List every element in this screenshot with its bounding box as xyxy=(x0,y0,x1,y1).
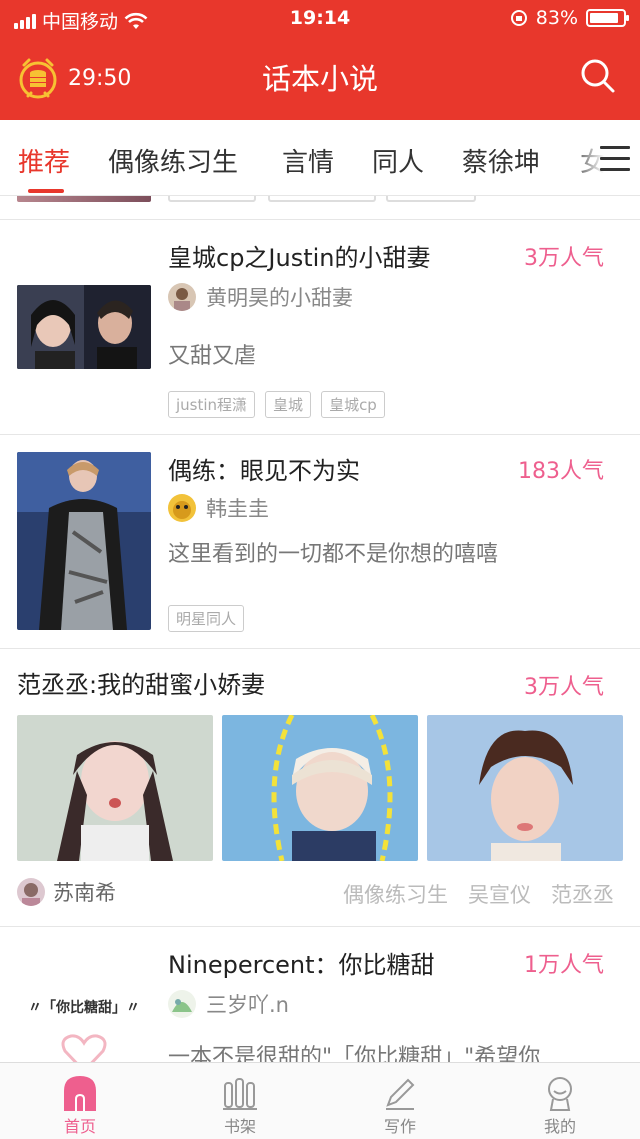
author-name: 三岁吖.n xyxy=(206,993,289,1017)
app-header: 29:50 话本小说 xyxy=(0,36,640,120)
featured-title[interactable]: 范丞丞:我的甜蜜小娇妻 xyxy=(17,665,265,700)
book-tag[interactable]: 皇城cp xyxy=(321,391,385,418)
author-name: 韩圭圭 xyxy=(206,497,269,521)
active-tab-indicator xyxy=(28,189,64,193)
book-cover xyxy=(17,285,151,369)
featured-image[interactable] xyxy=(427,715,623,861)
author-avatar xyxy=(168,494,196,522)
popularity-count: 1万人气 xyxy=(524,953,604,978)
previous-card-remnant xyxy=(0,196,640,220)
book-cover: 〃「你比糖甜」〃 xyxy=(17,977,151,1062)
featured-tag[interactable]: 范丞丞 xyxy=(551,879,614,909)
book-title[interactable]: 皇城cp之Justin的小甜妻 xyxy=(168,238,431,273)
book-tags: 明星同人 xyxy=(168,605,245,632)
featured-author[interactable]: 苏南希 xyxy=(17,877,116,907)
battery-percent: 83% xyxy=(535,7,578,29)
status-right: 83% xyxy=(510,7,629,29)
tab-cai-xukun[interactable]: 蔡徐坤 xyxy=(462,142,540,179)
tab-idol-trainee[interactable]: 偶像练习生 xyxy=(108,142,238,179)
tabbar-write[interactable]: 写作 xyxy=(360,1071,440,1137)
book-card[interactable]: 偶练：眼见不为实 183人气 韩圭圭 这里看到的一切都不是你想的嘻嘻 明星同人 xyxy=(0,435,640,649)
book-tag[interactable]: justin程潇 xyxy=(168,391,256,418)
featured-tags: 偶像练习生 吴宣仪 范丞丞 xyxy=(343,879,614,909)
heart-icon xyxy=(61,1034,107,1062)
featured-image[interactable] xyxy=(17,715,213,861)
book-tag[interactable]: 皇城 xyxy=(265,391,312,418)
book-card[interactable]: 〃「你比糖甜」〃 Ninepercent：你比糖甜 1万人气 三岁吖.n 一本不… xyxy=(0,927,640,1062)
book-cover xyxy=(17,452,151,630)
tabbar-bookshelf[interactable]: 书架 xyxy=(200,1071,280,1137)
author-avatar xyxy=(168,990,196,1018)
author-name: 苏南希 xyxy=(53,881,116,905)
bookshelf-icon xyxy=(223,1078,257,1110)
book-author[interactable]: 韩圭圭 xyxy=(168,493,269,523)
book-tags: justin程潇 皇城 皇城cp xyxy=(168,391,385,418)
menu-icon xyxy=(600,146,630,179)
pen-icon xyxy=(386,1078,415,1110)
featured-tag[interactable]: 吴宣仪 xyxy=(468,879,531,909)
tab-romance[interactable]: 言情 xyxy=(282,142,334,179)
book-tag[interactable]: 明星同人 xyxy=(168,605,245,632)
tabbar-profile[interactable]: 我的 xyxy=(520,1071,600,1137)
app-title: 话本小说 xyxy=(261,62,378,96)
book-feed[interactable]: 皇城cp之Justin的小甜妻 3万人气 黄明昊的小甜妻 又甜又虐 justin… xyxy=(0,196,640,1062)
popularity-count: 183人气 xyxy=(518,459,604,484)
tabbar-label: 写作 xyxy=(383,1117,416,1136)
search-icon[interactable] xyxy=(580,58,616,94)
author-avatar xyxy=(17,878,45,906)
battery-icon xyxy=(586,9,629,27)
previous-tag xyxy=(168,196,256,202)
popularity-count: 3万人气 xyxy=(524,246,604,271)
orientation-lock-icon xyxy=(510,10,527,26)
book-title[interactable]: Ninepercent：你比糖甜 xyxy=(168,945,435,980)
tabbar-label: 我的 xyxy=(543,1117,576,1136)
featured-image[interactable] xyxy=(222,715,418,861)
profile-icon xyxy=(548,1077,572,1111)
book-author[interactable]: 三岁吖.n xyxy=(168,989,289,1019)
book-title[interactable]: 偶练：眼见不为实 xyxy=(168,451,360,486)
book-description: 又甜又虐 xyxy=(168,344,257,369)
book-description: 这里看到的一切都不是你想的嘻嘻 xyxy=(168,542,499,567)
bottom-tab-bar: 首页 书架 写作 我的 xyxy=(0,1062,640,1139)
previous-tag xyxy=(268,196,376,202)
book-author[interactable]: 黄明昊的小甜妻 xyxy=(168,282,353,312)
tab-fanfic[interactable]: 同人 xyxy=(372,142,424,179)
tab-recommend[interactable]: 推荐 xyxy=(18,142,70,179)
popularity-count: 3万人气 xyxy=(524,675,604,700)
previous-tag xyxy=(386,196,476,202)
author-avatar xyxy=(168,283,196,311)
featured-tag[interactable]: 偶像练习生 xyxy=(343,879,448,909)
cover-text: 〃「你比糖甜」〃 xyxy=(28,1000,140,1016)
featured-book-card[interactable]: 范丞丞:我的甜蜜小娇妻 3万人气 苏南希 偶像练习生 吴宣仪 范丞丞 xyxy=(0,649,640,927)
status-bar: 中国移动 19:14 83% xyxy=(0,0,640,36)
tabbar-label: 书架 xyxy=(223,1117,256,1136)
tabs-more-button[interactable] xyxy=(580,130,640,186)
book-card[interactable]: 皇城cp之Justin的小甜妻 3万人气 黄明昊的小甜妻 又甜又虐 justin… xyxy=(0,220,640,435)
book-description: 一本不是很甜的"「你比糖甜」"希望你 xyxy=(168,1045,541,1062)
previous-cover xyxy=(17,196,151,202)
tabbar-label: 首页 xyxy=(63,1117,96,1136)
author-name: 黄明昊的小甜妻 xyxy=(206,286,353,310)
home-icon xyxy=(64,1076,96,1111)
tabbar-home[interactable]: 首页 xyxy=(40,1071,120,1137)
category-tabs: 推荐 偶像练习生 言情 同人 蔡徐坤 女 xyxy=(0,120,640,196)
